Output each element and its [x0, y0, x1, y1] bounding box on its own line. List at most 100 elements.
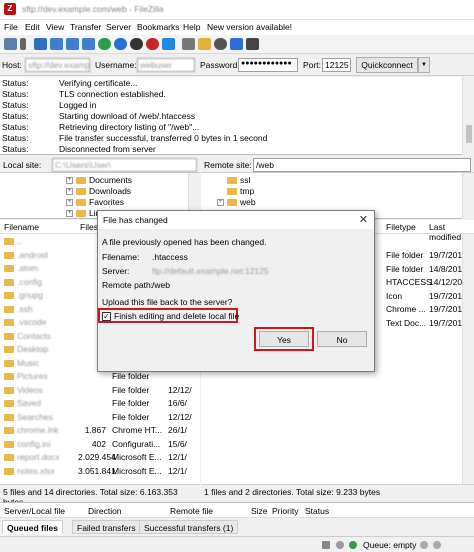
cell-filetype: HTACCESS	[386, 277, 432, 287]
log-row: Status: Starting download of /web/.htacce…	[2, 111, 196, 121]
toggle-remote-tree-icon[interactable]	[66, 38, 79, 50]
sync-browse-icon[interactable]	[198, 38, 211, 50]
log-scrollbar[interactable]	[462, 77, 474, 155]
col-priority[interactable]: Priority	[272, 506, 298, 516]
host-input[interactable]: sftp://dev.example.com	[25, 58, 90, 72]
disconnect-icon[interactable]	[146, 38, 159, 50]
cell-modified: 12/12/	[168, 384, 192, 395]
col-direction[interactable]: Direction	[88, 506, 122, 516]
table-row[interactable]: Searches File folder 12/12/	[0, 411, 200, 423]
reconnect-icon[interactable]	[162, 38, 175, 50]
local-site-label: Local site:	[3, 160, 42, 170]
toggle-local-tree-icon[interactable]	[50, 38, 63, 50]
cell-filetype: Text Doc...	[386, 317, 427, 328]
file-icon	[4, 386, 14, 394]
table-row[interactable]: Videos File folder 12/12/	[0, 384, 200, 396]
no-button[interactable]: No	[317, 331, 367, 347]
menu-server[interactable]: Server	[106, 22, 131, 32]
toggle-queue-icon[interactable]	[82, 38, 95, 50]
menu-edit[interactable]: Edit	[25, 22, 40, 32]
tab-queued-files[interactable]: Queued files	[2, 520, 64, 534]
folder-icon	[227, 199, 237, 207]
quickconnect-button[interactable]: Quickconnect	[356, 57, 418, 73]
filename-label: Filename:	[102, 252, 140, 262]
folder-icon	[76, 199, 86, 207]
checkbox-checkmark-icon[interactable]: ✓	[102, 312, 111, 322]
port-label: Port:	[303, 60, 321, 70]
col-status[interactable]: Status	[305, 506, 329, 516]
menu-transfer[interactable]: Transfer	[70, 22, 101, 32]
file-icon	[4, 292, 14, 299]
host-label: Host:	[2, 60, 22, 70]
file-icon	[4, 238, 14, 245]
log-row: Status: Logged in	[2, 100, 97, 110]
cell-filename: .android	[17, 249, 48, 260]
close-icon[interactable]: ✕	[359, 213, 368, 226]
col-filetype[interactable]: Filetype	[386, 222, 416, 232]
table-row[interactable]: chrome.lnk 1.867 Chrome HT... 26/1/	[0, 424, 200, 436]
remote-status-text: 1 files and 2 directories. Total size: 9…	[204, 487, 381, 497]
dropdown-icon[interactable]	[20, 38, 26, 50]
cell-filename: .ssh	[17, 303, 33, 314]
remote-list-scrollbar[interactable]	[462, 234, 474, 484]
col-size[interactable]: Size	[251, 506, 268, 516]
cell-filesize: 402	[91, 438, 106, 449]
refresh-icon[interactable]	[98, 38, 111, 50]
search-icon[interactable]	[214, 38, 227, 50]
table-row[interactable]: config.ini 402 Configurati... 15/6/	[0, 438, 200, 450]
menu-new-version[interactable]: New version available!	[207, 22, 292, 32]
quickconnect-history-button[interactable]: ▼	[418, 57, 430, 73]
col-server-local-file[interactable]: Server/Local file	[4, 506, 65, 516]
cancel-icon[interactable]	[130, 38, 143, 50]
file-icon	[4, 278, 14, 286]
tab-successful-transfers[interactable]: Successful transfers (1)	[139, 520, 239, 534]
finish-editing-checkbox[interactable]: ✓ Finish editing and delete local file	[102, 311, 239, 322]
yes-button[interactable]: Yes	[259, 331, 309, 347]
binoculars-icon[interactable]	[246, 38, 259, 50]
site-manager-icon[interactable]	[4, 38, 17, 50]
menu-help[interactable]: Help	[183, 22, 200, 32]
tree-node[interactable]: + web	[217, 197, 256, 209]
cell-filetype: File folder	[386, 263, 424, 274]
col-remote-file[interactable]: Remote file	[170, 506, 213, 516]
file-icon	[4, 251, 14, 259]
remote-path-input[interactable]: /web	[253, 158, 471, 172]
file-icon	[4, 454, 14, 461]
table-row[interactable]: report.docx 2.029.454 Microsoft E... 12/1/	[0, 451, 200, 463]
lock-icon	[322, 541, 330, 549]
table-row[interactable]: notes.xlsx 3.051.841 Microsoft E... 12/1/	[0, 465, 200, 477]
cell-filesize: 1.867	[84, 425, 106, 435]
toggle-log-icon[interactable]	[34, 38, 47, 50]
log-row: Status: Verifying certificate...	[2, 78, 138, 88]
log-row: Status: Retrieving directory listing of "…	[2, 122, 200, 132]
cell-filename: Searches	[17, 411, 53, 422]
cell-filename: Desktop	[17, 344, 49, 354]
tab-failed-transfers[interactable]: Failed transfers	[72, 520, 141, 534]
menu-bookmarks[interactable]: Bookmarks	[137, 22, 180, 32]
menu-bar: File Edit View Transfer Server Bookmarks…	[0, 20, 474, 35]
folder-icon	[76, 177, 86, 185]
col-filename[interactable]: Filename	[4, 222, 39, 232]
port-input[interactable]: 12125	[322, 58, 351, 72]
log-row: Status: File transfer successful, transfe…	[2, 133, 268, 143]
local-path-input[interactable]: C:\Users\User\	[52, 158, 197, 172]
remote-tree-scrollbar[interactable]	[462, 173, 474, 219]
filter-icon[interactable]	[230, 38, 243, 50]
file-icon	[4, 440, 14, 448]
password-input[interactable]: ●●●●●●●●●●●●	[238, 58, 298, 72]
toolbar	[0, 35, 474, 54]
upload-question: Upload this file back to the server?	[102, 297, 233, 307]
local-site-bar: Local site: C:\Users\User\	[0, 157, 200, 173]
username-input[interactable]: webuser	[137, 58, 195, 72]
menu-view[interactable]: View	[46, 22, 64, 32]
cell-filetype: File folder	[112, 384, 150, 395]
cell-filetype: Microsoft E...	[112, 452, 162, 462]
cell-filename: Contacts	[17, 330, 51, 341]
process-queue-icon[interactable]	[114, 38, 127, 50]
file-icon	[4, 427, 14, 434]
menu-file[interactable]: File	[4, 22, 18, 32]
compare-icon[interactable]	[182, 38, 195, 50]
table-row[interactable]: Saved File folder 16/6/	[0, 397, 200, 409]
folder-icon	[227, 177, 237, 185]
remote-path-value: /web	[152, 280, 170, 290]
